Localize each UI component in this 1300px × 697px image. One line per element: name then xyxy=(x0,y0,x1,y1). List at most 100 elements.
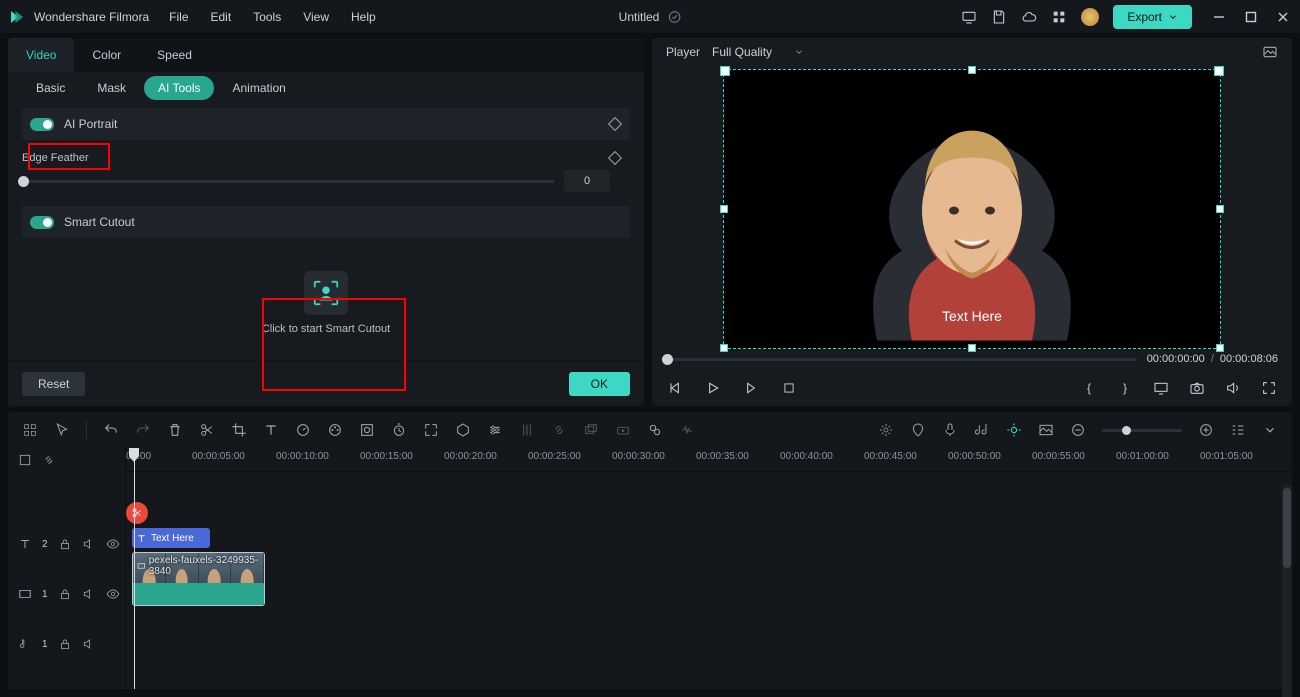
monitor-icon[interactable] xyxy=(961,9,977,25)
speed-tool-icon[interactable] xyxy=(295,422,311,438)
visibility-icon[interactable] xyxy=(106,587,120,601)
keyframe-tool-icon[interactable] xyxy=(423,422,439,438)
lock-icon[interactable] xyxy=(58,587,72,601)
keyframe-icon[interactable] xyxy=(608,151,622,165)
mute-icon[interactable] xyxy=(82,537,96,551)
select-tool-icon[interactable] xyxy=(22,422,38,438)
playhead[interactable] xyxy=(134,448,135,689)
visibility-icon[interactable] xyxy=(106,537,120,551)
timeline-view-icon[interactable] xyxy=(1230,422,1246,438)
display-icon[interactable] xyxy=(1152,379,1170,397)
subtab-ai-tools[interactable]: AI Tools xyxy=(144,76,214,100)
mark-out-icon[interactable]: } xyxy=(1116,379,1134,397)
window-maximize-button[interactable] xyxy=(1244,10,1258,24)
reset-button[interactable]: Reset xyxy=(22,372,85,396)
text-icon[interactable] xyxy=(263,422,279,438)
marker-icon[interactable] xyxy=(455,422,471,438)
smart-cutout-icon xyxy=(304,271,348,315)
window-close-button[interactable] xyxy=(1276,10,1290,24)
redo-icon[interactable] xyxy=(135,422,151,438)
mark-in-icon[interactable]: { xyxy=(1080,379,1098,397)
stop-button[interactable] xyxy=(780,379,798,397)
menu-help[interactable]: Help xyxy=(351,10,376,24)
project-title-group: Untitled xyxy=(619,10,682,24)
video-clip-icon xyxy=(137,561,146,571)
auto-reframe-icon[interactable] xyxy=(1006,422,1022,438)
preview-viewport[interactable]: Text Here xyxy=(723,69,1221,349)
menu-edit[interactable]: Edit xyxy=(211,10,232,24)
snapshot-icon[interactable] xyxy=(1188,379,1206,397)
ok-button[interactable]: OK xyxy=(569,372,630,396)
undo-icon[interactable] xyxy=(103,422,119,438)
preview-scrubber[interactable] xyxy=(666,358,1137,361)
audio-mixer-icon[interactable] xyxy=(974,422,990,438)
prev-frame-button[interactable] xyxy=(666,379,684,397)
color-tool-icon[interactable] xyxy=(327,422,343,438)
zoom-out-icon[interactable] xyxy=(1070,422,1086,438)
app-logo-icon xyxy=(8,8,26,26)
tab-video[interactable]: Video xyxy=(8,38,74,72)
zoom-in-icon[interactable] xyxy=(1198,422,1214,438)
ruler-tick: 00:00:45:00 xyxy=(864,451,917,462)
keyframe-icon[interactable] xyxy=(608,117,622,131)
smart-cutout-toggle[interactable] xyxy=(30,216,54,229)
timeline-scrollbar[interactable] xyxy=(1282,484,1292,697)
smart-cutout-start-button[interactable]: Click to start Smart Cutout xyxy=(262,271,390,335)
subtab-animation[interactable]: Animation xyxy=(218,76,299,100)
ai-portrait-toggle[interactable] xyxy=(30,118,54,131)
split-marker-icon[interactable] xyxy=(126,502,148,524)
zoom-slider[interactable] xyxy=(1102,429,1182,432)
add-marker-icon[interactable] xyxy=(910,422,926,438)
volume-icon[interactable] xyxy=(1224,379,1242,397)
delete-icon[interactable] xyxy=(167,422,183,438)
menu-tools[interactable]: Tools xyxy=(253,10,281,24)
preview-text-overlay[interactable]: Text Here xyxy=(942,308,1002,324)
duration-icon[interactable] xyxy=(391,422,407,438)
timeline-body[interactable]: 00:0000:00:05:0000:00:10:0000:00:15:0000… xyxy=(126,448,1292,689)
export-button[interactable]: Export xyxy=(1113,5,1192,29)
subtab-basic[interactable]: Basic xyxy=(22,76,79,100)
edge-feather-value[interactable]: 0 xyxy=(564,170,610,192)
lock-icon[interactable] xyxy=(58,637,72,651)
timeline-options-icon[interactable] xyxy=(18,453,32,467)
auto-beat-icon[interactable] xyxy=(878,422,894,438)
menu-view[interactable]: View xyxy=(303,10,329,24)
timeline-ruler[interactable]: 00:0000:00:05:0000:00:10:0000:00:15:0000… xyxy=(126,448,1292,472)
video-clip[interactable]: pexels-fauxels-3249935-3840 xyxy=(132,552,265,606)
menu-file[interactable]: File xyxy=(169,10,188,24)
crop-icon[interactable] xyxy=(231,422,247,438)
quality-dropdown[interactable]: Full Quality xyxy=(712,45,804,59)
split-icon[interactable] xyxy=(199,422,215,438)
link-icon[interactable] xyxy=(551,422,567,438)
lock-icon[interactable] xyxy=(58,537,72,551)
render-icon[interactable] xyxy=(647,422,663,438)
window-minimize-button[interactable] xyxy=(1212,10,1226,24)
cursor-tool-icon[interactable] xyxy=(54,422,70,438)
text-clip[interactable]: Text Here xyxy=(132,528,210,548)
edge-feather-slider[interactable] xyxy=(22,180,554,183)
user-avatar[interactable] xyxy=(1081,8,1099,26)
record-voiceover-icon[interactable] xyxy=(615,422,631,438)
next-frame-button[interactable] xyxy=(742,379,760,397)
mic-icon[interactable] xyxy=(942,422,958,438)
tab-speed[interactable]: Speed xyxy=(139,38,210,72)
snapshot-outline-icon[interactable] xyxy=(1262,44,1278,60)
ruler-tick: 00:00:35:00 xyxy=(696,451,749,462)
fullscreen-icon[interactable] xyxy=(1260,379,1278,397)
adjust-icon[interactable] xyxy=(487,422,503,438)
tab-color[interactable]: Color xyxy=(74,38,139,72)
greenscreen-icon[interactable] xyxy=(359,422,375,438)
mute-icon[interactable] xyxy=(82,637,96,651)
apps-grid-icon[interactable] xyxy=(1051,9,1067,25)
group-icon[interactable] xyxy=(583,422,599,438)
mixer-icon[interactable] xyxy=(519,422,535,438)
audio-stretch-icon[interactable] xyxy=(679,422,695,438)
mute-icon[interactable] xyxy=(82,587,96,601)
more-options-icon[interactable] xyxy=(1262,422,1278,438)
thumbnail-icon[interactable] xyxy=(1038,422,1054,438)
play-button[interactable] xyxy=(704,379,722,397)
cloud-icon[interactable] xyxy=(1021,9,1037,25)
link-tracks-icon[interactable] xyxy=(42,453,56,467)
subtab-mask[interactable]: Mask xyxy=(83,76,140,100)
save-icon[interactable] xyxy=(991,9,1007,25)
